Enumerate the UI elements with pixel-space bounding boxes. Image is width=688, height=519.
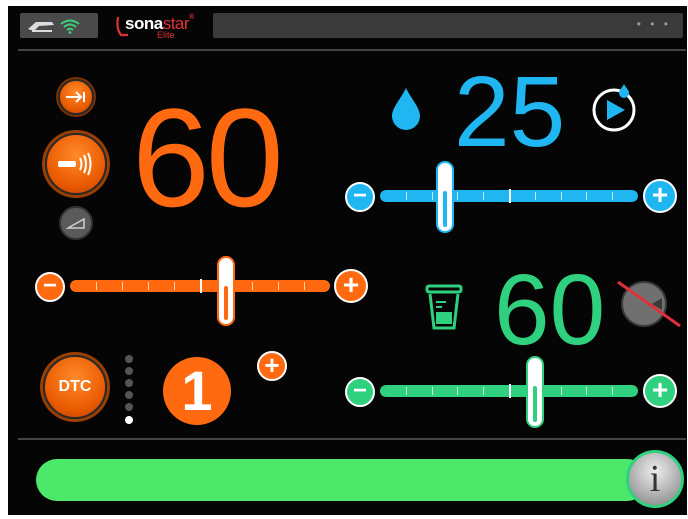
aspiration-slider-thumb[interactable] [525, 356, 544, 428]
water-drop-icon [392, 88, 420, 130]
bottom-divider [18, 438, 686, 440]
info-icon: i [649, 458, 661, 500]
aspiration-minus-button[interactable]: − [345, 377, 375, 407]
slider-tick [586, 192, 588, 200]
info-button[interactable]: i [626, 450, 684, 508]
suction-disabled-icon[interactable] [616, 280, 682, 330]
slider-tick [174, 282, 175, 290]
slider-tick [304, 282, 305, 290]
slider-tick [612, 192, 614, 200]
dtc-led [125, 355, 133, 363]
status-indicator [20, 13, 98, 38]
slider-tick [252, 282, 253, 290]
slider-tick [457, 192, 459, 200]
slider-tick [586, 387, 588, 395]
arrow-right-to-line-icon [66, 91, 85, 103]
device-screen: sonastar® Elite • • • 60 − + DTC 1 + 25 … [8, 6, 687, 515]
power-slider-thumb[interactable] [217, 256, 235, 326]
aspiration-slider[interactable]: − + [343, 356, 683, 434]
slider-tick [96, 282, 97, 290]
tip-icon [66, 217, 85, 229]
ultrasound-button[interactable] [45, 133, 107, 195]
slider-tick [534, 192, 536, 200]
wifi-icon [60, 19, 80, 34]
logo-subtitle: Elite [157, 30, 175, 40]
dtc-label: DTC [58, 378, 92, 395]
slider-tick [560, 192, 562, 200]
slider-tick [122, 282, 123, 290]
aspiration-plus-button[interactable]: + [643, 374, 677, 408]
slider-tick [148, 282, 149, 290]
dtc-led-active [125, 416, 133, 424]
title-bar[interactable]: • • • [213, 13, 683, 38]
irrigation-minus-button[interactable]: − [345, 182, 375, 212]
irrigation-value: 25 [454, 56, 566, 168]
dtc-led [125, 379, 133, 387]
slider-tick [560, 387, 562, 395]
power-plus-button[interactable]: + [334, 269, 368, 303]
slider-tick [612, 387, 614, 395]
slider-tick [483, 387, 485, 395]
handpiece-icon [28, 22, 54, 32]
dtc-led [125, 403, 133, 411]
canister-icon [425, 284, 463, 330]
dtc-value-badge: 1 [163, 357, 231, 425]
drop-play-icon[interactable] [590, 82, 640, 134]
dtc-plus-button[interactable]: + [257, 351, 287, 381]
slider-tick [431, 192, 433, 200]
menu-dots-icon[interactable]: • • • [637, 17, 671, 31]
irrigation-plus-button[interactable]: + [643, 179, 677, 213]
dtc-led [125, 391, 133, 399]
irrigation-slider-thumb[interactable] [435, 161, 454, 233]
aspiration-value: 60 [494, 254, 606, 366]
slider-tick [457, 387, 459, 395]
slider-tick [405, 387, 407, 395]
slider-tick [431, 387, 433, 395]
slider-tick [509, 189, 511, 203]
top-bar: sonastar® Elite • • • [8, 6, 687, 42]
dtc-led [125, 367, 133, 375]
sonastar-logo: sonastar® Elite [115, 11, 205, 41]
status-progress-bar[interactable] [36, 459, 648, 501]
power-value: 60 [132, 79, 284, 236]
power-slider[interactable]: − + [30, 256, 370, 326]
ultrasound-emitter-icon [58, 152, 92, 176]
top-divider [18, 49, 686, 51]
slider-tick [200, 279, 202, 293]
dtc-button[interactable]: DTC [43, 355, 107, 419]
slider-tick [509, 384, 511, 398]
slider-tick [278, 282, 279, 290]
irrigation-slider[interactable]: − + [343, 161, 683, 239]
slider-tick [483, 192, 485, 200]
power-mode-button[interactable] [58, 79, 94, 115]
tip-button[interactable] [59, 206, 93, 240]
dtc-value: 1 [181, 359, 213, 422]
slider-tick [405, 192, 407, 200]
power-minus-button[interactable]: − [35, 272, 65, 302]
